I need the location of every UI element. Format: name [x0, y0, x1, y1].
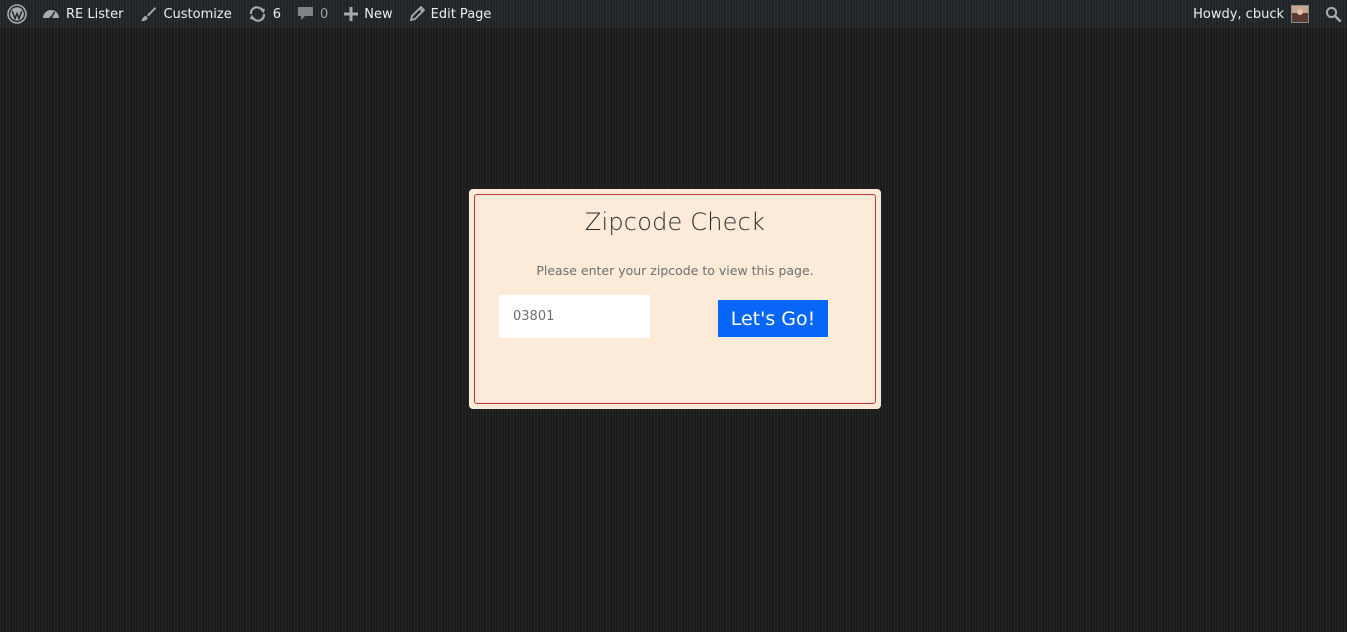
- new-content-link[interactable]: New: [336, 0, 400, 28]
- avatar: [1291, 5, 1309, 23]
- dashboard-icon: [42, 6, 60, 22]
- zipcode-modal: Zipcode Check Please enter your zipcode …: [469, 189, 881, 409]
- comments-link[interactable]: 0: [289, 0, 336, 28]
- search-button[interactable]: [1317, 0, 1347, 28]
- wp-logo-button[interactable]: [0, 0, 34, 28]
- wordpress-icon: [7, 4, 27, 24]
- brush-icon: [139, 5, 157, 23]
- zipcode-input[interactable]: [499, 295, 650, 338]
- new-label: New: [364, 6, 393, 22]
- search-icon: [1325, 6, 1341, 22]
- my-account-link[interactable]: Howdy, cbuck: [1185, 0, 1317, 28]
- zipcode-modal-frame: Zipcode Check Please enter your zipcode …: [474, 194, 876, 404]
- admin-bar-right: Howdy, cbuck: [1185, 0, 1347, 28]
- customize-label: Customize: [163, 6, 232, 22]
- site-name-label: RE Lister: [66, 6, 124, 22]
- pencil-icon: [409, 6, 425, 22]
- plus-icon: [344, 7, 359, 21]
- comment-icon: [297, 6, 314, 22]
- admin-bar-left: RE Lister Customize 6 0 New Edit Page: [0, 0, 499, 28]
- modal-title: Zipcode Check: [584, 208, 766, 236]
- customize-link[interactable]: Customize: [131, 0, 239, 28]
- updates-link[interactable]: 6: [240, 0, 289, 28]
- admin-bar: RE Lister Customize 6 0 New Edit Page Ho…: [0, 0, 1347, 28]
- lets-go-button[interactable]: Let's Go!: [718, 300, 828, 337]
- refresh-icon: [248, 6, 267, 22]
- site-name-link[interactable]: RE Lister: [34, 0, 131, 28]
- edit-page-label: Edit Page: [430, 6, 492, 22]
- updates-count: 6: [272, 6, 281, 22]
- edit-page-link[interactable]: Edit Page: [401, 0, 500, 28]
- modal-description: Please enter your zipcode to view this p…: [536, 263, 814, 278]
- comments-count: 0: [319, 6, 329, 22]
- howdy-greeting: Howdy, cbuck: [1193, 6, 1284, 22]
